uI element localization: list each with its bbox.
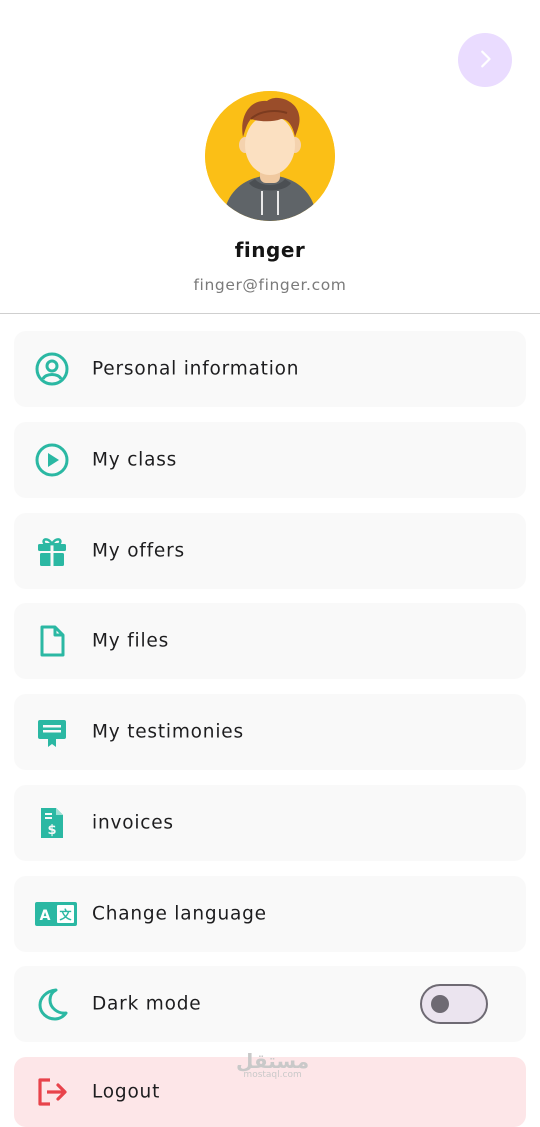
- certificate-icon: [34, 714, 70, 750]
- avatar: [205, 91, 335, 221]
- moon-icon: [34, 986, 70, 1022]
- menu-item-personal-information[interactable]: Personal information: [14, 331, 526, 407]
- menu-item-my-class[interactable]: My class: [14, 422, 526, 498]
- menu-item-label: My class: [92, 449, 178, 471]
- menu-item-invoices[interactable]: $ invoices: [14, 785, 526, 861]
- watermark-arabic: مستقل: [236, 1049, 310, 1073]
- menu-item-label: My offers: [92, 540, 185, 562]
- play-circle-icon: [34, 442, 70, 478]
- menu-item-label: My testimonies: [92, 721, 244, 743]
- menu-item-dark-mode: Dark mode: [14, 966, 526, 1042]
- file-icon: [34, 623, 70, 659]
- menu-item-change-language[interactable]: A 文 Change language: [14, 876, 526, 952]
- menu-item-my-testimonies[interactable]: My testimonies: [14, 694, 526, 770]
- svg-text:$: $: [47, 823, 56, 838]
- menu-item-label: Personal information: [92, 358, 300, 380]
- dark-mode-toggle[interactable]: [420, 984, 488, 1024]
- invoice-dollar-icon: $: [34, 805, 70, 841]
- toggle-knob: [431, 995, 449, 1013]
- user-circle-icon: [34, 351, 70, 387]
- translate-icon: A 文: [34, 896, 78, 932]
- next-button[interactable]: [458, 33, 512, 87]
- menu-item-label: Dark mode: [92, 993, 202, 1015]
- svg-text:A: A: [40, 908, 51, 924]
- watermark: مستقل mostaql.com: [236, 1051, 309, 1080]
- menu-item-my-files[interactable]: My files: [14, 603, 526, 679]
- logout-icon: [34, 1074, 70, 1110]
- menu-item-label: invoices: [92, 812, 174, 834]
- gift-icon: [34, 533, 70, 569]
- profile-email: finger@finger.com: [193, 276, 347, 294]
- profile-name: finger: [234, 238, 306, 262]
- svg-text:文: 文: [59, 907, 72, 922]
- divider: [0, 313, 540, 314]
- menu-item-label: Logout: [92, 1081, 161, 1103]
- watermark-latin: mostaql.com: [243, 1070, 302, 1080]
- menu-item-label: Change language: [92, 903, 267, 925]
- chevron-right-icon: [474, 48, 496, 73]
- menu-item-label: My files: [92, 630, 170, 652]
- menu-item-my-offers[interactable]: My offers: [14, 513, 526, 589]
